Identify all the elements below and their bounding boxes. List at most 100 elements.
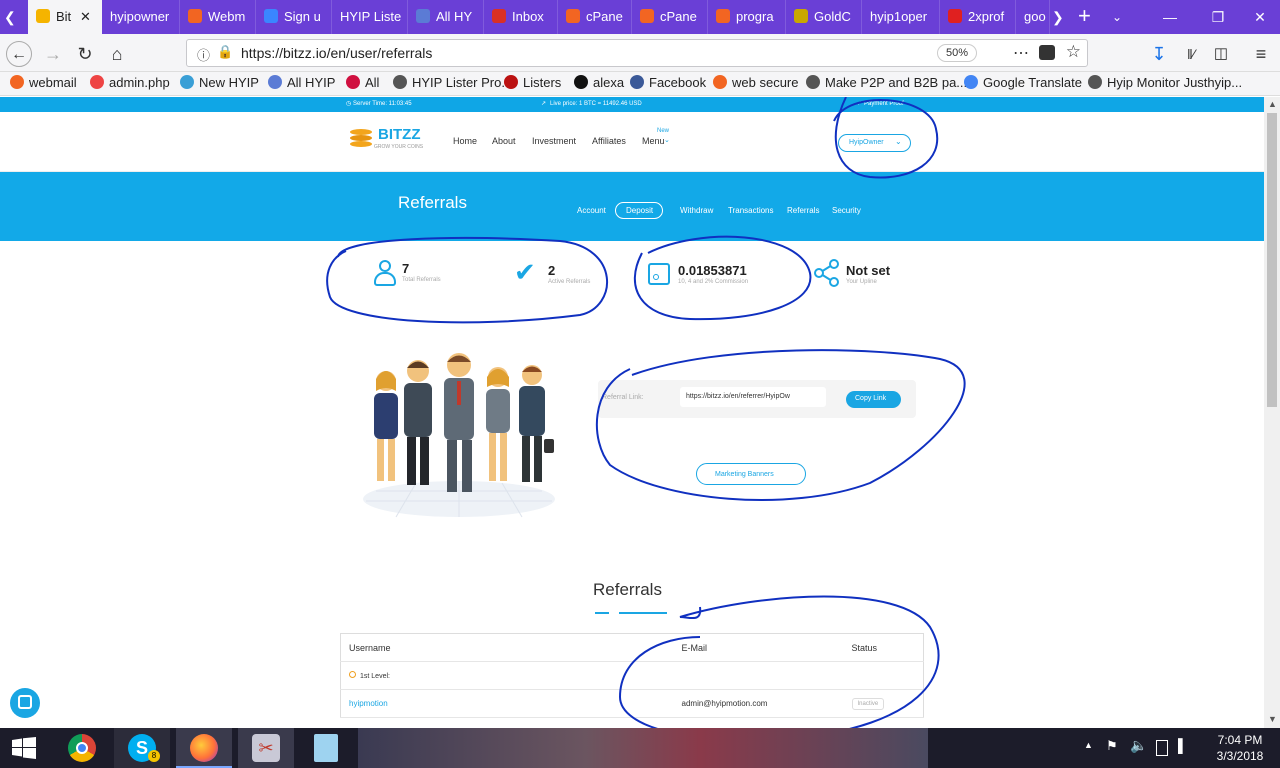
page-actions-icon[interactable]: ⋯ — [1013, 43, 1029, 63]
tab-2[interactable]: hyipowner — [102, 0, 180, 34]
bookmark-label: Facebook — [649, 75, 707, 90]
tab-7[interactable]: Inbox — [484, 0, 558, 34]
tab-bar: ❮ Bit ✕ hyipowner Webm Sign u HYIP Liste All H… — [0, 0, 1280, 34]
taskbar-firefox[interactable] — [176, 728, 232, 768]
tab-label: 2xprof — [968, 9, 1005, 24]
bookmark-label: alexa — [593, 75, 625, 90]
battery-icon[interactable] — [1156, 740, 1168, 756]
tab-label: progra — [736, 9, 774, 24]
annotation-circle-referral-link — [595, 349, 966, 501]
tab-6[interactable]: All HY — [408, 0, 484, 34]
bookmark-item[interactable]: web secure — [713, 75, 798, 90]
bookmark-label: New HYIP — [199, 75, 259, 90]
tab-label: Inbox — [512, 9, 544, 24]
taskbar: S 8 ✂ ▲ ⚑ 🔈 ▌ 7:04 PM 3/3/2018 — [0, 728, 1280, 768]
tab-label: All HY — [436, 9, 473, 24]
tab-11[interactable]: GoldC — [786, 0, 862, 34]
tab-label: cPane — [660, 9, 697, 24]
clock-time: 7:04 PM — [1217, 733, 1263, 747]
info-icon[interactable]: ⓘ — [197, 45, 210, 64]
hamburger-menu-icon[interactable]: ≡ — [1248, 41, 1274, 67]
tab-1[interactable]: Bit ✕ — [28, 0, 102, 34]
flag-icon[interactable]: ⚑ — [1106, 738, 1118, 754]
bookmark-favicon-icon — [806, 75, 820, 89]
annotation-overlay — [326, 97, 966, 728]
home-button[interactable]: ⌂ — [104, 41, 130, 67]
pocket-icon[interactable] — [1039, 45, 1055, 60]
bookmarks-bar: webmail admin.php New HYIP All HYIP All HYIP … — [0, 72, 1280, 96]
downloads-icon[interactable]: ↧ — [1146, 41, 1172, 67]
close-tab-icon[interactable]: ✕ — [80, 0, 91, 34]
taskbar-snipping-tool[interactable]: ✂ — [238, 728, 294, 768]
scroll-up-icon[interactable]: ▲ — [1268, 99, 1277, 109]
bookmark-item[interactable]: Hyip Monitor Justhyip... — [1088, 75, 1242, 90]
tab-favicon-icon — [416, 9, 430, 23]
back-button[interactable]: ← — [6, 41, 32, 67]
tab-5[interactable]: HYIP Liste — [332, 0, 408, 34]
tab-4[interactable]: Sign u — [256, 0, 332, 34]
annotation-circle-referral-stats — [326, 237, 609, 324]
tab-12[interactable]: hyip1oper — [862, 0, 940, 34]
zoom-level[interactable]: 50% — [937, 44, 977, 62]
bookmark-favicon-icon — [574, 75, 588, 89]
taskbar-chrome[interactable] — [54, 728, 110, 768]
tab-favicon-icon — [716, 9, 730, 23]
sidebar-icon[interactable]: ◫ — [1208, 41, 1234, 67]
bookmark-label: webmail — [29, 75, 77, 90]
tray-chevron-icon[interactable]: ▲ — [1084, 740, 1093, 750]
annotation-circle-table — [618, 595, 940, 728]
bookmark-item[interactable]: Listers — [504, 75, 561, 90]
tab-3[interactable]: Webm — [180, 0, 256, 34]
bookmark-item[interactable]: alexa — [574, 75, 624, 90]
scroll-down-icon[interactable]: ▼ — [1268, 714, 1277, 724]
bookmark-item[interactable]: All — [346, 75, 379, 90]
tab-favicon-icon — [640, 9, 654, 23]
close-window-button[interactable]: ✕ — [1238, 0, 1280, 34]
taskbar-skype[interactable]: S 8 — [114, 728, 170, 768]
bookmark-label: Listers — [523, 75, 562, 90]
lock-icon: 🔒 — [217, 44, 234, 59]
tab-label: HYIP Liste — [340, 9, 402, 24]
bookmark-item[interactable]: Google Translate — [964, 75, 1082, 90]
bookmark-item[interactable]: New HYIP — [180, 75, 259, 90]
wifi-signal-icon[interactable]: ▌ — [1178, 738, 1187, 753]
chrome-icon — [68, 734, 96, 762]
tab-label: cPane — [586, 9, 623, 24]
scroll-thumb[interactable] — [1267, 113, 1277, 407]
bookmark-item[interactable]: Make P2P and B2B pa... — [806, 75, 967, 90]
bookmark-item[interactable]: admin.php — [90, 75, 170, 90]
taskbar-notepad[interactable] — [298, 728, 354, 768]
bookmark-item[interactable]: All HYIP — [268, 75, 335, 90]
volume-icon[interactable]: 🔈 — [1130, 737, 1147, 754]
reload-button[interactable]: ↻ — [72, 41, 98, 67]
minimize-button[interactable]: — — [1148, 0, 1192, 34]
tab-favicon-icon — [188, 9, 202, 23]
tab-10[interactable]: progra — [708, 0, 786, 34]
bookmark-item[interactable]: webmail — [10, 75, 77, 90]
tab-13[interactable]: 2xprof — [940, 0, 1016, 34]
start-button[interactable] — [0, 728, 56, 768]
restore-button[interactable]: ❐ — [1196, 0, 1240, 34]
bookmark-favicon-icon — [346, 75, 360, 89]
url-text[interactable]: https://bitzz.io/en/user/referrals — [241, 45, 432, 61]
bookmark-favicon-icon — [268, 75, 282, 89]
annotation-circle-commission — [633, 235, 812, 321]
tab-list-chevron-icon[interactable]: ⌄ — [1112, 0, 1128, 34]
bookmark-item[interactable]: Facebook — [630, 75, 706, 90]
tab-9[interactable]: cPane — [632, 0, 708, 34]
forward-button[interactable]: → — [40, 41, 66, 67]
vertical-scrollbar[interactable]: ▲ ▼ — [1264, 97, 1280, 728]
tab-8[interactable]: cPane — [558, 0, 632, 34]
bookmark-item[interactable]: HYIP Lister Pro. — [393, 75, 505, 90]
tab-favicon-icon — [36, 9, 50, 23]
bookmark-label: Hyip Monitor Justhyip... — [1107, 75, 1243, 90]
taskbar-clock[interactable]: 7:04 PM 3/3/2018 — [1208, 732, 1272, 764]
library-icon[interactable]: ‖⁄ — [1178, 41, 1204, 67]
bookmark-star-icon[interactable]: ☆ — [1066, 42, 1081, 62]
new-tab-button[interactable]: + — [1078, 0, 1100, 34]
tabs-scroll-right-icon[interactable]: ❯ — [1052, 0, 1068, 34]
tabs-scroll-left-icon[interactable]: ❮ — [4, 0, 20, 34]
address-bar[interactable]: ⓘ 🔒 https://bitzz.io/en/user/referrals 5… — [186, 39, 1088, 67]
bookmark-favicon-icon — [1088, 75, 1102, 89]
tab-14[interactable]: goo — [1016, 0, 1050, 34]
